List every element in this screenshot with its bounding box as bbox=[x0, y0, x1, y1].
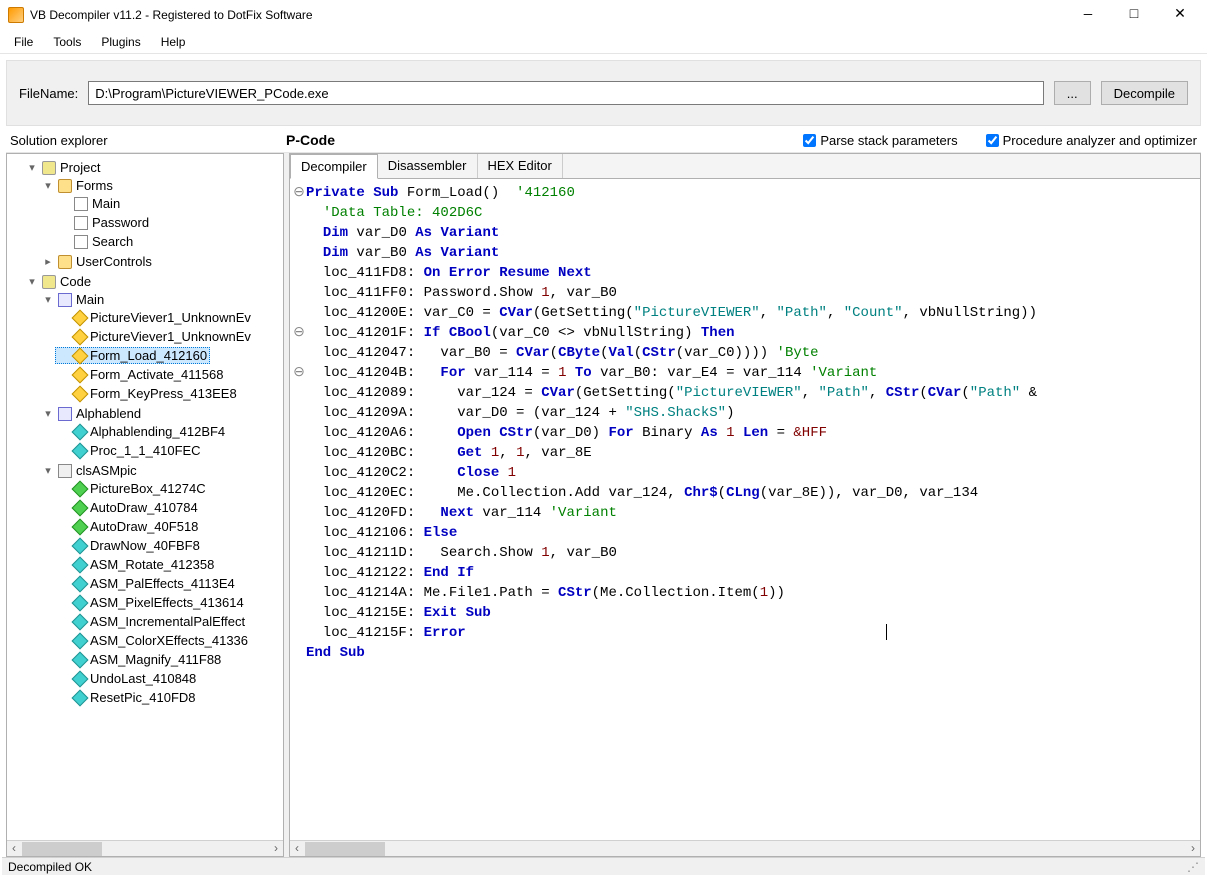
code-hscroll[interactable]: ‹› bbox=[290, 840, 1200, 856]
tree-forms[interactable]: ▾Forms bbox=[39, 177, 116, 194]
tree-method[interactable]: ResetPic_410FD8 bbox=[55, 689, 199, 706]
maximize-button[interactable]: □ bbox=[1111, 0, 1157, 30]
decompile-button[interactable]: Decompile bbox=[1101, 81, 1188, 105]
tab-decompiler[interactable]: Decompiler bbox=[290, 154, 378, 179]
menu-help[interactable]: Help bbox=[153, 33, 194, 51]
tree-module-alphablend[interactable]: ▾Alphablend bbox=[39, 405, 144, 422]
method-icon bbox=[72, 594, 89, 611]
tree-method[interactable]: ASM_IncrementalPalEffect bbox=[55, 613, 248, 630]
project-icon bbox=[42, 161, 56, 175]
method-icon bbox=[72, 670, 89, 687]
method-icon bbox=[72, 613, 89, 630]
tree-method[interactable]: AutoDraw_410784 bbox=[55, 499, 201, 516]
menu-plugins[interactable]: Plugins bbox=[93, 33, 148, 51]
close-button[interactable]: ✕ bbox=[1157, 0, 1203, 30]
method-icon bbox=[72, 689, 89, 706]
tree-form-search[interactable]: Search bbox=[55, 233, 136, 250]
form-icon bbox=[74, 197, 88, 211]
event-icon bbox=[72, 385, 89, 402]
code-panel: Decompiler Disassembler HEX Editor ⊖Priv… bbox=[289, 153, 1201, 857]
filename-input[interactable] bbox=[88, 81, 1043, 105]
solution-explorer: ▾Project ▾Forms Main Password Search ▸Us… bbox=[6, 153, 284, 857]
tree-method[interactable]: ASM_PixelEffects_413614 bbox=[55, 594, 247, 611]
parse-stack-input[interactable] bbox=[803, 134, 816, 147]
class-icon bbox=[58, 464, 72, 478]
tree-method[interactable]: PictureViever1_UnknownEv bbox=[55, 328, 254, 345]
tree-method[interactable]: ASM_Rotate_412358 bbox=[55, 556, 217, 573]
tree-method[interactable]: UndoLast_410848 bbox=[55, 670, 199, 687]
tab-hex[interactable]: HEX Editor bbox=[478, 154, 563, 178]
solution-explorer-header: Solution explorer bbox=[10, 133, 286, 148]
method-icon bbox=[72, 575, 89, 592]
menubar: File Tools Plugins Help bbox=[0, 30, 1207, 54]
statusbar: Decompiled OK ⋰ bbox=[2, 857, 1205, 875]
method-icon bbox=[72, 651, 89, 668]
event-icon bbox=[72, 328, 89, 345]
code-icon bbox=[42, 275, 56, 289]
panel-headers: Solution explorer P-Code Parse stack par… bbox=[0, 126, 1207, 152]
optimizer-input[interactable] bbox=[986, 134, 999, 147]
parse-stack-checkbox[interactable]: Parse stack parameters bbox=[803, 133, 957, 148]
method-icon bbox=[72, 423, 89, 440]
module-icon bbox=[58, 293, 72, 307]
tree-code[interactable]: ▾Code bbox=[23, 273, 94, 290]
module-icon bbox=[58, 407, 72, 421]
method-icon bbox=[72, 556, 89, 573]
method-icon bbox=[72, 442, 89, 459]
app-icon bbox=[8, 7, 24, 23]
filename-label: FileName: bbox=[19, 86, 78, 101]
tree-project[interactable]: ▾Project bbox=[23, 159, 103, 176]
optimizer-label: Procedure analyzer and optimizer bbox=[1003, 133, 1197, 148]
method-icon bbox=[72, 632, 89, 649]
folder-icon bbox=[58, 255, 72, 269]
tree-module-main[interactable]: ▾Main bbox=[39, 291, 107, 308]
method-icon bbox=[72, 537, 89, 554]
form-icon bbox=[74, 216, 88, 230]
project-tree[interactable]: ▾Project ▾Forms Main Password Search ▸Us… bbox=[7, 154, 283, 840]
window-title: VB Decompiler v11.2 - Registered to DotF… bbox=[30, 8, 1065, 22]
tree-method[interactable]: ASM_PalEffects_4113E4 bbox=[55, 575, 238, 592]
form-icon bbox=[74, 235, 88, 249]
pcode-header: P-Code bbox=[286, 132, 335, 148]
file-toolbar: FileName: ... Decompile bbox=[6, 60, 1201, 126]
minimize-button[interactable]: — bbox=[1065, 0, 1111, 30]
parse-stack-label: Parse stack parameters bbox=[820, 133, 957, 148]
menu-tools[interactable]: Tools bbox=[45, 33, 89, 51]
tree-method[interactable]: ASM_ColorXEffects_41336 bbox=[55, 632, 251, 649]
prop-icon bbox=[72, 499, 89, 516]
event-icon bbox=[72, 309, 89, 326]
tree-method[interactable]: DrawNow_40FBF8 bbox=[55, 537, 203, 554]
menu-file[interactable]: File bbox=[6, 33, 41, 51]
tree-method[interactable]: Proc_1_1_410FEC bbox=[55, 442, 204, 459]
status-text: Decompiled OK bbox=[8, 860, 92, 874]
tree-form-main[interactable]: Main bbox=[55, 195, 123, 212]
tree-method[interactable]: PictureViever1_UnknownEv bbox=[55, 309, 254, 326]
tree-class-clsasmpic[interactable]: ▾clsASMpic bbox=[39, 462, 140, 479]
resize-grip[interactable]: ⋰ bbox=[1187, 860, 1199, 874]
tree-method[interactable]: PictureBox_41274C bbox=[55, 480, 209, 497]
tree-usercontrols[interactable]: ▸UserControls bbox=[39, 253, 155, 270]
tree-method[interactable]: Form_Activate_411568 bbox=[55, 366, 226, 383]
event-icon bbox=[72, 347, 89, 364]
code-tabs: Decompiler Disassembler HEX Editor bbox=[290, 154, 1200, 179]
optimizer-checkbox[interactable]: Procedure analyzer and optimizer bbox=[986, 133, 1197, 148]
tree-method[interactable]: Form_KeyPress_413EE8 bbox=[55, 385, 240, 402]
tree-method[interactable]: AutoDraw_40F518 bbox=[55, 518, 201, 535]
browse-button[interactable]: ... bbox=[1054, 81, 1091, 105]
titlebar: VB Decompiler v11.2 - Registered to DotF… bbox=[0, 0, 1207, 30]
tree-method[interactable]: ASM_Magnify_411F88 bbox=[55, 651, 224, 668]
prop-icon bbox=[72, 480, 89, 497]
code-editor[interactable]: ⊖Private Sub Form_Load() '412160 'Data T… bbox=[290, 179, 1200, 840]
prop-icon bbox=[72, 518, 89, 535]
tree-method[interactable]: Alphablending_412BF4 bbox=[55, 423, 228, 440]
tree-form-password[interactable]: Password bbox=[55, 214, 152, 231]
tree-method-formload[interactable]: Form_Load_412160 bbox=[55, 347, 210, 364]
event-icon bbox=[72, 366, 89, 383]
explorer-hscroll[interactable]: ‹› bbox=[7, 840, 283, 856]
folder-icon bbox=[58, 179, 72, 193]
tab-disassembler[interactable]: Disassembler bbox=[378, 154, 478, 178]
